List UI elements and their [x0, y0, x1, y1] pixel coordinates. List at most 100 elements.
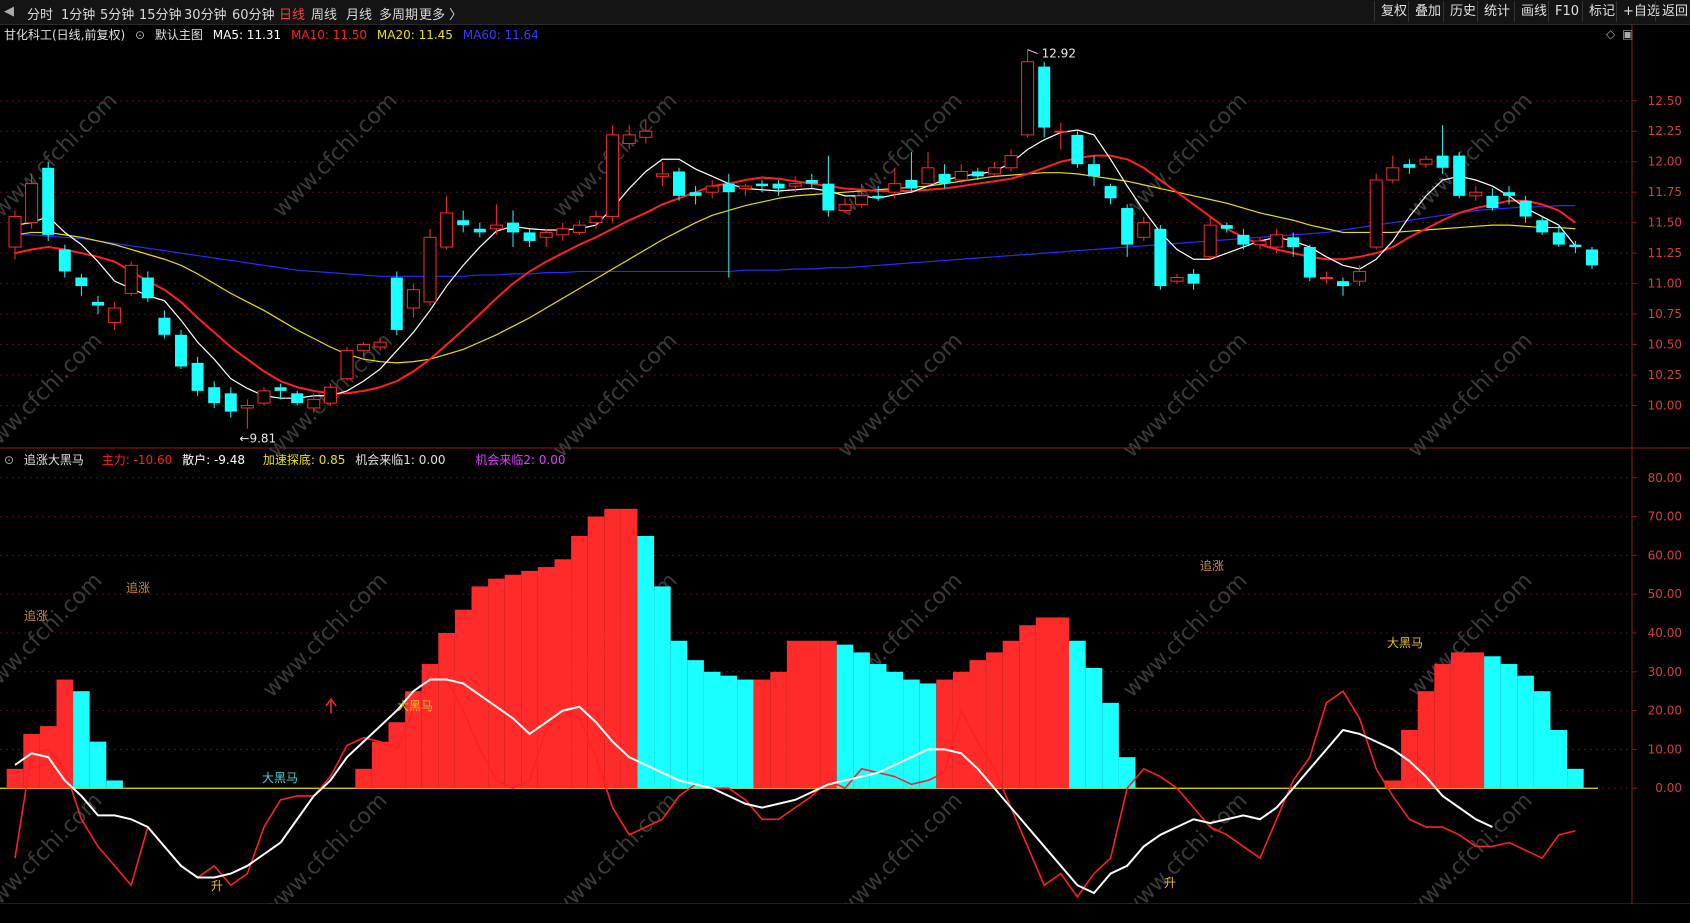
indicator-bar: [703, 671, 721, 789]
candle-body-down: [224, 393, 237, 412]
indicator-bar: [488, 578, 505, 789]
indicator-bar: [737, 679, 754, 789]
candle-body-down: [772, 183, 785, 189]
chart-canvas[interactable]: 10.00 10.25 10.50 10.75 11.00 11.25 11.50 11.75…: [0, 0, 1690, 923]
candle-body-up: [1469, 191, 1483, 197]
candle-body-up: [240, 405, 254, 409]
high-marker-arrow: [1027, 49, 1038, 55]
indicator-bar: [571, 535, 588, 789]
candle-body-down: [473, 228, 486, 233]
high-marker-label: 12.92: [1042, 47, 1076, 61]
candle-body-down: [1237, 234, 1250, 245]
candle-body-down: [191, 362, 204, 391]
watermark-text: www.cfchi.com: [1118, 788, 1252, 922]
indicator-bar: [1102, 702, 1119, 789]
candle-body-up: [1386, 167, 1400, 181]
indicator-tick-label: 80.00: [1648, 471, 1682, 485]
watermark-text: www.cfchi.com: [1118, 568, 1252, 702]
indicator-bar: [687, 660, 704, 789]
indicator-bar: [1517, 675, 1534, 789]
indicator-tick-label: 40.00: [1648, 626, 1682, 640]
candle-body-down: [158, 317, 171, 335]
indicator-bar: [637, 535, 655, 789]
indicator-bar: [1467, 652, 1485, 789]
candle-body-up: [606, 134, 620, 218]
candle-body-up: [257, 390, 271, 404]
indicator-bar: [1401, 730, 1418, 789]
candle-body-up: [1137, 222, 1151, 238]
candle-body-up: [539, 231, 553, 238]
indicator-annotation: 升: [1164, 876, 1176, 890]
indicator-bar: [371, 741, 389, 789]
candle-body-down: [938, 173, 951, 184]
indicator-bar: [23, 733, 40, 789]
candle-body-up: [838, 203, 852, 211]
indicator-annotation: 追涨: [1200, 558, 1224, 573]
indicator-annotation: 大黑马: [262, 771, 298, 785]
indicator-annotation: 升: [211, 879, 223, 893]
indicator-bar: [1085, 667, 1103, 789]
indicator-bar: [919, 683, 937, 789]
candle-body-down: [1038, 66, 1051, 128]
candle-body-down: [822, 183, 835, 211]
indicator-bar: [1500, 664, 1518, 789]
candle-body-down: [673, 171, 685, 196]
indicator-bar: [654, 586, 671, 789]
indicator-bar: [803, 640, 821, 789]
candle-body-down: [523, 232, 536, 241]
up-arrow-icon: [325, 697, 337, 713]
candle-body-up: [1054, 130, 1068, 133]
candle-body-up: [1369, 179, 1383, 248]
candle-body-down: [1486, 195, 1499, 209]
indicator-bar: [1484, 656, 1501, 789]
indicator-bar: [1417, 691, 1435, 789]
indicator-bar: [1450, 652, 1468, 789]
indicator-tick-label: 60.00: [1648, 548, 1682, 562]
candle-body-down: [1187, 273, 1200, 284]
watermark-text: www.cfchi.com: [1403, 328, 1537, 462]
price-tick-label: 12.00: [1648, 155, 1682, 169]
ma20-line: [14, 172, 1576, 364]
indicator-tick-label: 0.00: [1655, 781, 1682, 795]
candle-body-down: [1519, 200, 1532, 217]
candle-body-down: [722, 183, 735, 193]
watermark-text: www.cfchi.com: [1403, 788, 1537, 922]
candle-body-up: [1270, 234, 1284, 248]
candle-body-down: [1104, 186, 1117, 199]
indicator-annotation: 大黑马: [1387, 636, 1423, 650]
price-tick-label: 10.25: [1648, 368, 1682, 382]
ma60-line: [15, 205, 1576, 277]
candle-body-down: [92, 301, 104, 306]
price-tick-label: 10.75: [1648, 307, 1682, 321]
indicator-annotation: 追涨: [126, 580, 150, 595]
candle-body-down: [1552, 232, 1565, 245]
candle-body-up: [406, 289, 420, 309]
candle-body-up: [1170, 277, 1184, 282]
candle-body-up: [307, 398, 321, 409]
indicator-bar: [886, 671, 904, 789]
candle-body-up: [1353, 270, 1367, 282]
candle-body-up: [1253, 240, 1267, 246]
candle-body-down: [1436, 155, 1449, 168]
indicator-bar: [720, 675, 738, 789]
candle-body-up: [622, 134, 636, 144]
indicator-bar: [1434, 664, 1451, 789]
indicator-tick-label: 20.00: [1648, 704, 1682, 718]
watermark-text: www.cfchi.com: [0, 568, 108, 702]
candle-body-up: [572, 224, 586, 233]
candle-body-up: [888, 183, 902, 193]
candle-body-down: [141, 277, 154, 299]
indicator-bar: [620, 508, 638, 789]
candle-body-down: [1503, 192, 1515, 196]
candle-body-down: [1303, 247, 1316, 278]
candle-body-up: [1021, 61, 1035, 136]
candle-body-up: [987, 167, 1001, 175]
candle-body-up: [921, 167, 935, 185]
candle-body-up: [1419, 158, 1433, 165]
indicator-tick-label: 50.00: [1648, 587, 1682, 601]
watermark-text: www.cfchi.com: [833, 88, 967, 222]
indicator-bar: [554, 559, 572, 789]
watermark-text: www.cfchi.com: [833, 328, 967, 462]
candle-body-down: [274, 387, 287, 391]
candle-body-down: [1121, 208, 1134, 245]
